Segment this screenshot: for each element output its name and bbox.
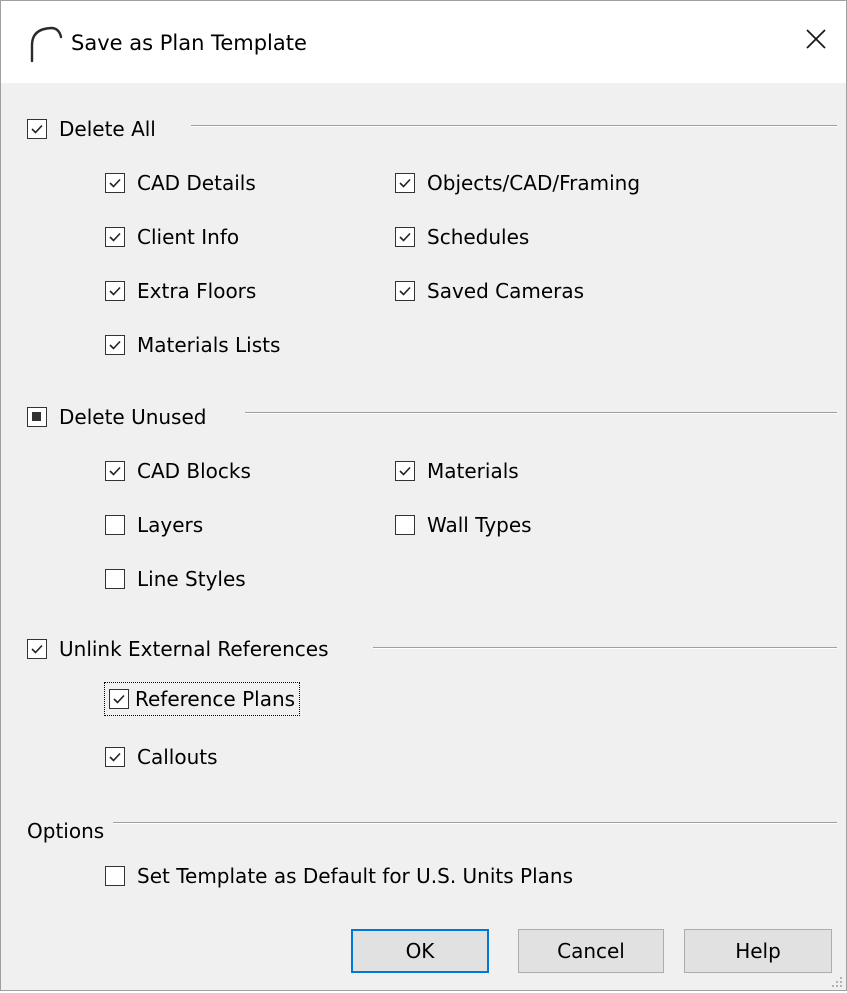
checkbox-box bbox=[395, 227, 415, 247]
checkbox-box bbox=[27, 407, 47, 427]
checkbox-box bbox=[105, 866, 125, 886]
check-icon bbox=[399, 466, 411, 476]
unlink-divider bbox=[373, 647, 837, 649]
unlink-external-references-checkbox[interactable]: Unlink External References bbox=[27, 635, 329, 663]
line-styles-label: Line Styles bbox=[137, 567, 246, 591]
wall-types-checkbox[interactable]: Wall Types bbox=[395, 511, 532, 539]
check-icon bbox=[109, 232, 121, 242]
materials-label: Materials bbox=[427, 459, 519, 483]
line-styles-checkbox[interactable]: Line Styles bbox=[105, 565, 246, 593]
title-bar: Save as Plan Template bbox=[1, 1, 846, 83]
ok-button[interactable]: OK bbox=[351, 929, 489, 973]
callouts-label: Callouts bbox=[137, 745, 218, 769]
checkbox-box bbox=[27, 639, 47, 659]
check-icon bbox=[399, 232, 411, 242]
close-icon bbox=[806, 29, 826, 49]
indeterminate-icon bbox=[32, 412, 41, 421]
client-info-label: Client Info bbox=[137, 225, 240, 249]
delete-unused-divider bbox=[245, 412, 837, 414]
check-icon bbox=[109, 286, 121, 296]
options-group-label: Options bbox=[27, 819, 105, 843]
delete-all-label: Delete All bbox=[59, 117, 156, 141]
materials-lists-checkbox[interactable]: Materials Lists bbox=[105, 331, 280, 359]
cad-blocks-label: CAD Blocks bbox=[137, 459, 251, 483]
help-button[interactable]: Help bbox=[684, 929, 832, 973]
extra-floors-checkbox[interactable]: Extra Floors bbox=[105, 277, 256, 305]
extra-floors-label: Extra Floors bbox=[137, 279, 257, 303]
checkbox-box bbox=[105, 173, 125, 193]
checkbox-box bbox=[105, 281, 125, 301]
objects-cad-framing-label: Objects/CAD/Framing bbox=[427, 171, 641, 195]
focus-rectangle: Reference Plans bbox=[103, 682, 301, 716]
delete-unused-checkbox[interactable]: Delete Unused bbox=[27, 403, 206, 431]
check-icon bbox=[399, 178, 411, 188]
resize-grip-icon[interactable] bbox=[830, 974, 844, 988]
saved-cameras-checkbox[interactable]: Saved Cameras bbox=[395, 277, 584, 305]
checkbox-box bbox=[105, 227, 125, 247]
set-template-default-label: Set Template as Default for U.S. Units P… bbox=[137, 864, 574, 888]
checkbox-box bbox=[105, 335, 125, 355]
delete-unused-label: Delete Unused bbox=[59, 405, 207, 429]
cad-blocks-checkbox[interactable]: CAD Blocks bbox=[105, 457, 251, 485]
wall-types-label: Wall Types bbox=[427, 513, 532, 537]
close-button[interactable] bbox=[794, 17, 838, 61]
cancel-button[interactable]: Cancel bbox=[518, 929, 664, 973]
check-icon bbox=[109, 178, 121, 188]
checkbox-box bbox=[105, 747, 125, 767]
check-icon bbox=[109, 340, 121, 350]
layers-checkbox[interactable]: Layers bbox=[105, 511, 203, 539]
saved-cameras-label: Saved Cameras bbox=[427, 279, 585, 303]
set-template-default-checkbox[interactable]: Set Template as Default for U.S. Units P… bbox=[105, 862, 573, 890]
check-icon bbox=[399, 286, 411, 296]
materials-checkbox[interactable]: Materials bbox=[395, 457, 519, 485]
save-as-plan-template-dialog: Save as Plan Template Delete All CAD Det… bbox=[0, 0, 847, 991]
checkbox-box bbox=[27, 119, 47, 139]
checkbox-box bbox=[395, 461, 415, 481]
materials-lists-label: Materials Lists bbox=[137, 333, 281, 357]
checkbox-box bbox=[395, 173, 415, 193]
delete-all-divider bbox=[191, 125, 837, 127]
window-title: Save as Plan Template bbox=[71, 31, 307, 55]
layers-label: Layers bbox=[137, 513, 204, 537]
check-icon bbox=[109, 752, 121, 762]
checkbox-box bbox=[105, 515, 125, 535]
check-icon bbox=[31, 124, 43, 134]
check-icon bbox=[31, 644, 43, 654]
reference-plans-checkbox[interactable]: Reference Plans bbox=[99, 682, 301, 716]
reference-plans-label: Reference Plans bbox=[135, 687, 296, 711]
check-icon bbox=[109, 466, 121, 476]
arc-icon bbox=[29, 25, 63, 63]
schedules-label: Schedules bbox=[427, 225, 530, 249]
cad-details-checkbox[interactable]: CAD Details bbox=[105, 169, 256, 197]
delete-all-checkbox[interactable]: Delete All bbox=[27, 115, 156, 143]
check-icon bbox=[113, 694, 125, 704]
checkbox-box bbox=[395, 281, 415, 301]
checkbox-box bbox=[105, 461, 125, 481]
options-divider bbox=[113, 822, 837, 824]
client-info-checkbox[interactable]: Client Info bbox=[105, 223, 239, 251]
callouts-checkbox[interactable]: Callouts bbox=[105, 743, 218, 771]
checkbox-box bbox=[109, 689, 129, 709]
unlink-external-references-label: Unlink External References bbox=[59, 637, 329, 661]
checkbox-box bbox=[105, 569, 125, 589]
schedules-checkbox[interactable]: Schedules bbox=[395, 223, 529, 251]
cad-details-label: CAD Details bbox=[137, 171, 256, 195]
checkbox-box bbox=[395, 515, 415, 535]
objects-cad-framing-checkbox[interactable]: Objects/CAD/Framing bbox=[395, 169, 640, 197]
